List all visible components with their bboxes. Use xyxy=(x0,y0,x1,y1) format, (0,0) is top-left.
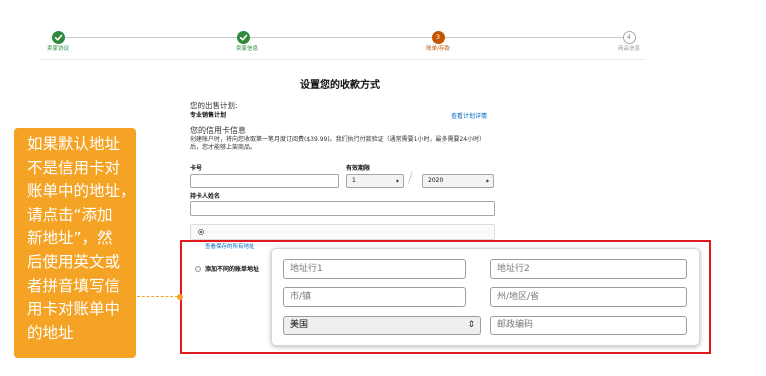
address-line-1-input[interactable]: 地址行1 xyxy=(283,259,466,279)
check-icon xyxy=(54,34,62,41)
plan-details-link[interactable]: 查看计划详情 xyxy=(451,113,487,120)
callout-line: 不是信用卡对 xyxy=(27,158,121,177)
callout-line: 者拼音填写信 xyxy=(27,276,121,295)
card-heading: 您的信用卡信息 xyxy=(190,126,246,135)
step-2-label: 卖家信息 xyxy=(235,46,258,52)
callout-line: 如果默认地址 xyxy=(27,135,121,153)
callout-line: 请点击“添加 xyxy=(27,205,113,224)
plan-name: 专业销售计划 xyxy=(190,112,227,119)
step-3-label: 账单/存款 xyxy=(426,46,450,52)
expiry-month-value: 1 xyxy=(352,177,356,184)
step-1-indicator xyxy=(51,30,65,44)
cardholder-name-input[interactable] xyxy=(190,201,495,216)
step-3-indicator: 3 xyxy=(431,30,445,44)
select-arrow-icon: ◆ xyxy=(395,178,399,183)
step-4-indicator: 4 xyxy=(622,30,636,44)
check-icon xyxy=(239,34,247,41)
callout-connector-dot xyxy=(177,294,183,300)
cardholder-label: 持卡人姓名 xyxy=(190,193,221,200)
callout-line: 后使用英文或 xyxy=(27,252,121,271)
stepper-track xyxy=(58,37,629,38)
card-note-line-1: 创建账户时，将向您收取第一笔月度订阅费($39.99)。我们执行付款验证（通常需… xyxy=(190,136,486,143)
step-1-label: 卖家协议 xyxy=(46,46,69,52)
plan-heading: 您的出售计划: xyxy=(190,101,238,110)
expiry-separator: / xyxy=(408,170,413,186)
add-different-address-label[interactable]: 添加不同的账单地址 xyxy=(205,266,259,273)
saved-address-radio[interactable] xyxy=(198,229,204,235)
callout-line: 账单中的地址， xyxy=(27,182,136,201)
callout-connector-line xyxy=(137,296,178,297)
instruction-callout: 如果默认地址 不是信用卡对 账单中的地址， 请点击“添加 新地址”，然 后使用英… xyxy=(14,128,136,358)
callout-line: 用卡对账单中 xyxy=(27,300,121,319)
step-4-label: 商品信息 xyxy=(617,46,640,52)
callout-line: 的地址 xyxy=(27,323,74,342)
page-title: 设置您的收款方式 xyxy=(300,80,380,91)
expiry-label: 有效期限 xyxy=(346,165,371,172)
postal-code-input[interactable]: 邮政编码 xyxy=(490,316,687,335)
saved-address-option[interactable] xyxy=(190,224,495,240)
card-number-label: 卡号 xyxy=(190,165,203,172)
add-different-address-radio[interactable] xyxy=(195,266,201,272)
city-input[interactable]: 市/镇 xyxy=(283,287,466,307)
expiry-month-select[interactable]: 1 ◆ xyxy=(346,174,404,188)
callout-line: 新地址”，然 xyxy=(27,229,113,248)
country-select[interactable]: 美国 ⇕ xyxy=(283,316,481,335)
expiry-year-select[interactable]: 2020 ◆ xyxy=(422,174,494,188)
address-line-2-input[interactable]: 地址行2 xyxy=(490,259,687,279)
state-region-input[interactable]: 州/地区/省 xyxy=(490,287,687,307)
up-down-arrow-icon: ⇕ xyxy=(467,320,475,330)
card-note-line-2: 后，您才能够上架商品。 xyxy=(190,143,257,151)
stepper-divider xyxy=(40,59,645,60)
step-2-indicator xyxy=(236,30,250,44)
country-value: 美国 xyxy=(290,320,309,330)
radio-selected-dot xyxy=(199,230,203,234)
card-number-input[interactable] xyxy=(190,174,339,188)
view-saved-addresses-link[interactable]: 查看保存的所有地址 xyxy=(205,244,255,251)
expiry-year-value: 2020 xyxy=(428,177,444,184)
select-arrow-icon: ◆ xyxy=(485,178,489,183)
